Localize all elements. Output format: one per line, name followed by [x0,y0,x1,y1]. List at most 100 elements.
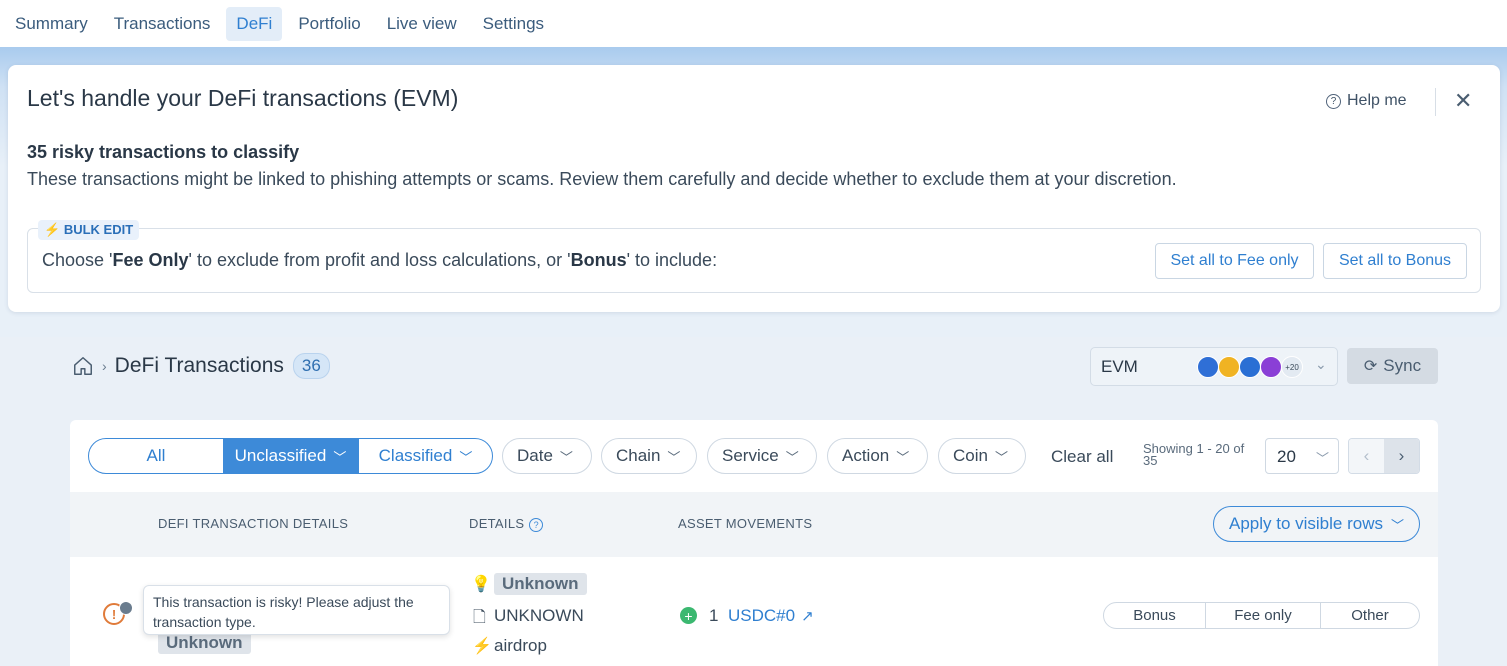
apply-to-visible-rows-button[interactable]: Apply to visible rows ﹀ [1213,506,1420,542]
chevron-down-icon: ﹀ [994,449,1008,465]
filter-coin-label: Coin [953,446,988,465]
lightning-icon: ⚡ [44,222,61,237]
column-header-details: DETAILS? [469,516,544,532]
chain-select[interactable]: EVM +20 ⌄ [1090,347,1338,386]
asset-amount: 1 [709,606,719,625]
asset-name: USDC#0 [728,606,796,625]
bulk-edit-tag: ⚡ BULK EDIT [38,220,140,240]
classification-choice: Bonus Fee only Other [1103,602,1420,629]
chevron-down-icon: ⌄ [1315,356,1327,372]
filter-date-label: Date [517,446,553,465]
chain-select-value: EVM [1101,357,1138,376]
external-link-icon: ↗ [801,608,814,625]
detail-action: airdrop [494,636,547,655]
segment-unclassified[interactable]: Unclassified ﹀ [223,439,358,473]
segment-classified[interactable]: Classified ﹀ [358,439,492,473]
risk-tooltip: This transaction is risky! Please adjust… [143,585,450,635]
detail-tag: Unknown [494,573,587,595]
transaction-count-badge: 36 [292,353,330,379]
polygon-icon [1260,356,1282,378]
clear-all-button[interactable]: Clear all [1051,447,1113,467]
document-icon: 🗋 [473,609,486,626]
lightning-icon: ⚡ [472,638,492,655]
set-all-fee-only-button[interactable]: Set all to Fee only [1155,243,1314,279]
sync-label: Sync [1383,356,1422,375]
filter-service[interactable]: Service ﹀ [707,438,817,474]
chevron-down-icon: ﹀ [896,449,910,465]
bulk-fee-only: Fee Only [112,250,189,270]
lightbulb-icon: 💡 [471,576,491,593]
chevron-down-icon: ﹀ [785,449,799,465]
tab-defi[interactable]: DeFi [226,6,283,41]
filter-action-label: Action [842,446,890,465]
pagination-summary: Showing 1 - 20 of 35 [1143,441,1245,468]
top-nav: Summary Transactions DeFi Portfolio Live… [0,0,1507,47]
bulk-text-part: ' to exclude from profit and loss calcul… [188,250,571,270]
more-chains-badge: +20 [1281,356,1303,378]
filter-coin[interactable]: Coin ﹀ [938,438,1026,474]
column-header-details-label: DETAILS [469,516,525,531]
risk-title: 35 risky transactions to classify [27,142,300,162]
detail-type: UNKNOWN [494,606,584,625]
transactions-card: All Unclassified ﹀ Classified ﹀ Date ﹀ Chai… [70,420,1438,666]
chevron-down-icon: ﹀ [333,449,347,465]
column-header-asset-movements: ASSET MOVEMENTS [678,516,813,531]
bnb-icon [1218,356,1240,378]
tab-settings[interactable]: Settings [473,7,554,41]
bulk-bonus: Bonus [570,250,627,270]
home-icon[interactable] [72,355,94,377]
tab-transactions[interactable]: Transactions [104,7,221,41]
set-all-bonus-button[interactable]: Set all to Bonus [1323,243,1467,279]
bulk-edit-label: BULK EDIT [63,222,134,237]
filter-chain-label: Chain [616,446,661,465]
question-icon[interactable]: ? [529,517,544,532]
close-icon[interactable]: ✕ [1454,90,1472,112]
divider [1435,88,1436,116]
chevron-down-icon: ﹀ [559,449,573,465]
scam-badge-icon [119,601,133,615]
ethereum-icon [1197,356,1219,378]
breadcrumb: › DeFi Transactions 36 [72,352,330,380]
filter-action[interactable]: Action ﹀ [827,438,928,474]
next-page-button[interactable]: › [1384,439,1419,473]
bulk-edit-box: ⚡ BULK EDIT Choose 'Fee Only' to exclude… [27,220,1481,293]
segment-all[interactable]: All [89,439,223,473]
help-me-label: Help me [1347,92,1407,109]
apply-label: Apply to visible rows [1228,514,1383,533]
filter-chain[interactable]: Chain ﹀ [601,438,697,474]
segment-unclassified-label: Unclassified [234,446,327,465]
incoming-plus-icon: + [680,607,697,624]
asset-link[interactable]: USDC#0 ↗ [728,606,814,626]
question-icon: ? [1326,93,1341,109]
chevron-right-icon: › [102,358,107,374]
page-size-select[interactable]: 20 ﹀ [1265,438,1339,474]
segment-classified-label: Classified [378,446,453,465]
help-me-button[interactable]: ? Help me [1326,92,1407,110]
chevron-down-icon: ﹀ [459,449,473,465]
column-header-defi-details: DEFI TRANSACTION DETAILS [158,516,349,531]
page-size-value: 20 [1277,447,1296,466]
sync-button[interactable]: ⟳ Sync [1347,348,1438,384]
choice-fee-only[interactable]: Fee only [1206,603,1321,628]
filter-date[interactable]: Date ﹀ [502,438,592,474]
chevron-down-icon: ﹀ [667,449,681,465]
tab-summary[interactable]: Summary [5,7,98,41]
page-title: DeFi Transactions [114,354,284,377]
chevron-down-icon: ﹀ [1391,517,1405,533]
choice-other[interactable]: Other [1321,603,1419,628]
risk-description: These transactions might be linked to ph… [27,169,1177,189]
bulk-edit-text: Choose 'Fee Only' to exclude from profit… [42,250,717,271]
previous-page-button[interactable]: ‹ [1349,439,1384,473]
celo-icon [1239,356,1261,378]
bulk-text-part: Choose ' [42,250,113,270]
banner-title: Let's handle your DeFi transactions (EVM… [27,85,459,111]
bulk-text-part: ' to include: [626,250,718,270]
defi-banner: Let's handle your DeFi transactions (EVM… [8,65,1500,312]
tab-live-view[interactable]: Live view [377,7,467,41]
status-tag: Unknown [158,632,251,654]
filter-service-label: Service [722,446,779,465]
tab-portfolio[interactable]: Portfolio [288,7,370,41]
choice-bonus[interactable]: Bonus [1104,603,1206,628]
pager: ‹ › [1348,438,1420,474]
sync-icon: ⟳ [1363,358,1378,375]
